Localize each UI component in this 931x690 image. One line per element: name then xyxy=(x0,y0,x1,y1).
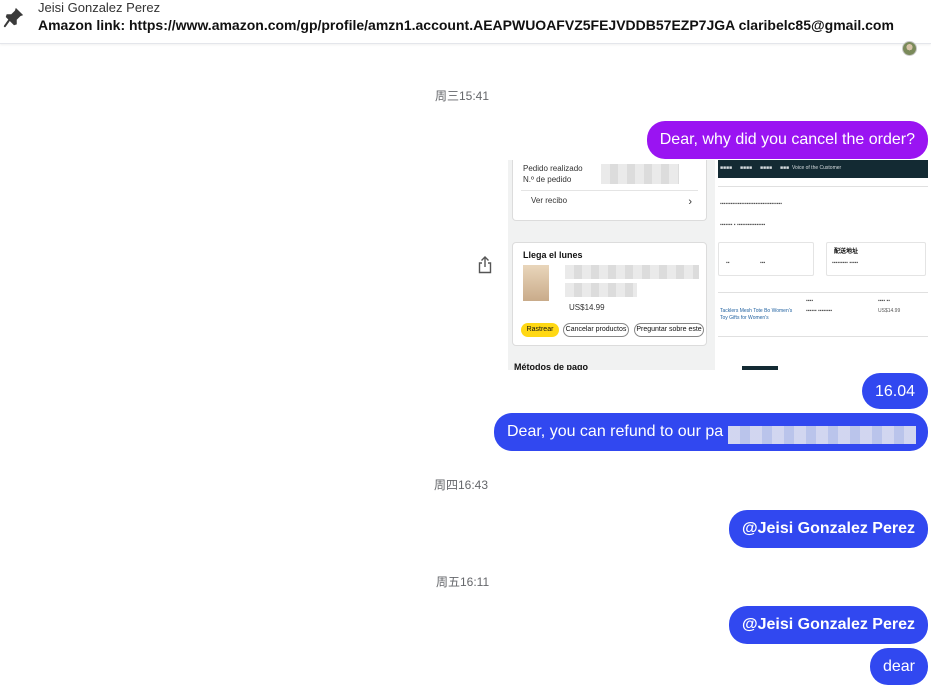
divider xyxy=(718,186,928,187)
timestamp-wed: 周三15:41 xyxy=(435,89,490,103)
message-bubble[interactable]: Dear, you can refund to our pa xyxy=(494,413,928,451)
view-receipt-link: Ver recibo xyxy=(531,196,568,205)
blurred-region xyxy=(728,426,916,444)
ask-button: Preguntar sobre este xyxy=(634,323,704,337)
product-thumbnail xyxy=(523,265,549,301)
nav-voice-label: Voice of the Customer xyxy=(792,165,842,171)
message-bubble[interactable]: 16.04 xyxy=(861,373,928,409)
track-button: Rastrear xyxy=(521,323,559,337)
message-text: Dear, you can refund to our pa xyxy=(507,423,724,440)
order-id-text: ▪▪▪▪▪▪▪ ▪ ▪▪▪▪▪▪▪▪▪▪▪▪▪▪▪▪ xyxy=(720,222,766,228)
read-receipt-avatar xyxy=(902,41,917,56)
arrives-label: Llega el lunes xyxy=(523,250,583,260)
timestamp-thu: 周四16:43 xyxy=(434,478,489,492)
seller-note-text: ▪▪▪▪▪▪▪▪▪▪▪▪▪▪▪▪▪▪▪▪▪▪▪▪▪▪▪▪▪▪▪▪▪▪▪ xyxy=(720,201,783,207)
blurred-region xyxy=(601,164,679,184)
message-bubble[interactable]: @Jeisi Gonzalez Perez xyxy=(728,606,928,644)
item-link-line2: Toy Gifts for Women's xyxy=(720,315,769,321)
table-header: ▪▪▪▪ ▪▪ xyxy=(878,298,891,304)
mention-text: @Jeisi Gonzalez Perez xyxy=(741,520,915,537)
table-header: ▪▪▪▪ xyxy=(806,298,814,304)
blurred-region xyxy=(565,283,637,297)
seller-footer-bar xyxy=(742,366,778,370)
order-summary-box xyxy=(718,242,814,276)
pinned-sender-name: Jeisi Gonzalez Perez xyxy=(38,0,161,15)
message-text: dear xyxy=(882,658,915,675)
payment-methods-label: Métodos de pago xyxy=(514,362,588,370)
product-price: US$14.99 xyxy=(569,303,605,312)
chevron-right-icon: › xyxy=(688,196,692,208)
message-text: Dear, why did you cancel the order? xyxy=(659,131,915,148)
blurred-region xyxy=(565,265,699,279)
message-bubble[interactable]: @Jeisi Gonzalez Perez xyxy=(728,510,928,548)
message-bubble[interactable]: dear xyxy=(869,648,928,685)
item-id-text: ▪▪▪▪▪▪ ▪▪▪▪▪▪▪▪ xyxy=(806,308,833,314)
timestamp-fri: 周五16:11 xyxy=(436,575,490,589)
divider xyxy=(521,190,698,191)
message-bubble[interactable]: Dear, why did you cancel the order? xyxy=(646,121,928,159)
chat-window: Jeisi Gonzalez Perez Amazon link: https:… xyxy=(0,0,931,690)
address-text: ▪▪▪▪▪▪▪▪▪ ▪▪▪▪▪ xyxy=(832,260,859,266)
pin-icon[interactable] xyxy=(3,6,25,28)
order-number-label: N.º de pedido xyxy=(523,175,572,184)
mention-text: @Jeisi Gonzalez Perez xyxy=(741,616,915,633)
seller-nav-bar: ■■■■ ■■■■ ■■■■ ■■■ Voice of the Customer xyxy=(718,160,928,178)
item-price: US$14.99 xyxy=(878,308,901,314)
share-icon[interactable] xyxy=(478,256,492,274)
divider xyxy=(718,336,928,337)
shipping-address-label: 配送地址 xyxy=(834,249,859,255)
order-card: Pedido realizado N.º de pedido Ver recib… xyxy=(512,160,707,221)
cancel-products-button: Cancelar productos xyxy=(563,323,629,337)
delivery-card: Llega el lunes US$14.99 Rastrear Cancela… xyxy=(512,242,707,346)
summary-text: ▪▪ xyxy=(726,260,730,266)
seller-order-screenshot: ■■■■ ■■■■ ■■■■ ■■■ Voice of the Customer… xyxy=(718,160,928,370)
divider xyxy=(718,292,928,293)
pinned-message-bar[interactable]: Jeisi Gonzalez Perez Amazon link: https:… xyxy=(0,0,931,44)
item-link-line1: Tacklers Mesh Tote Bo Women's xyxy=(720,308,793,314)
message-text: 16.04 xyxy=(874,383,915,400)
order-placed-label: Pedido realizado xyxy=(523,164,583,173)
pinned-message-text[interactable]: Amazon link: https://www.amazon.com/gp/p… xyxy=(38,17,894,33)
order-details-screenshot: Pedido realizado N.º de pedido Ver recib… xyxy=(508,160,715,370)
summary-text: ▪▪▪ xyxy=(760,260,766,266)
image-attachment[interactable]: Pedido realizado N.º de pedido Ver recib… xyxy=(508,160,928,370)
